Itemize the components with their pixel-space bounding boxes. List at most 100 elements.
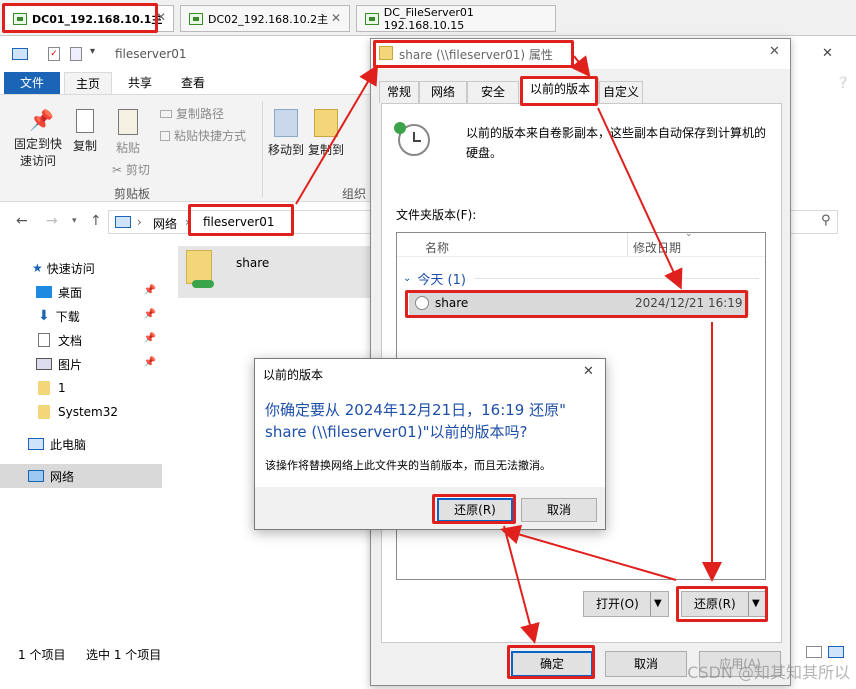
close-icon[interactable]: ✕ — [769, 44, 780, 59]
large-icons-view-icon[interactable] — [828, 646, 844, 658]
tab-network[interactable]: 网络 — [419, 81, 467, 103]
paste-shortcut-icon — [160, 130, 170, 141]
up-arrow-icon[interactable]: ↑ — [90, 213, 102, 229]
forward-arrow-icon[interactable]: → — [46, 213, 58, 229]
close-icon[interactable]: ✕ — [331, 11, 341, 25]
document-icon — [38, 333, 50, 347]
chevron-down-icon: ⌄ — [685, 229, 693, 239]
close-icon[interactable]: ✕ — [822, 46, 833, 61]
vm-tab-dc02[interactable]: DC02_192.168.10.2主 ✕ — [180, 5, 350, 32]
pin-quick-access-button[interactable]: 📌 固定到快 速访问 — [10, 109, 66, 169]
nav-label: System32 — [58, 405, 119, 419]
annotation-box-address — [188, 204, 294, 236]
cut-label: 剪切 — [125, 163, 150, 177]
properties-icon[interactable]: ✓ — [48, 47, 60, 61]
tab-share[interactable]: 共享 — [116, 72, 164, 94]
picture-icon — [36, 358, 52, 370]
group-today[interactable]: ⌄ 今天 (1) — [403, 269, 759, 288]
nav-label: 网络 — [50, 469, 75, 484]
nav-item-folder-1[interactable]: 1 — [0, 376, 162, 400]
ribbon-home: 📌 固定到快 速访问 复制 粘贴 复制路径 粘贴快捷方式 ✂ 剪切 剪贴板 移动… — [0, 94, 370, 202]
close-icon[interactable]: ✕ — [583, 364, 594, 379]
nav-label: 下载 — [55, 309, 80, 324]
window-title: fileserver01 — [115, 47, 187, 61]
nav-network[interactable]: 网络 — [0, 464, 162, 488]
network-icon — [115, 216, 131, 228]
ribbon-divider — [262, 101, 263, 197]
breadcrumb-network[interactable]: 网络 — [153, 215, 177, 232]
tab-general[interactable]: 常规 — [379, 81, 419, 103]
annotation-box-ok — [507, 645, 595, 679]
nav-label: 文档 — [58, 333, 83, 348]
download-icon: ⬇ — [38, 308, 50, 324]
watermark: CSDN @知其知其所以 — [687, 663, 850, 682]
paste-button[interactable]: 粘贴 — [108, 109, 148, 156]
cancel-button[interactable]: 取消 — [605, 651, 687, 677]
nav-item-system32[interactable]: System32 — [0, 400, 162, 424]
nav-label: 此电脑 — [50, 437, 87, 452]
new-folder-icon[interactable] — [70, 47, 82, 61]
chevron-down-icon[interactable]: ▾ — [90, 46, 95, 57]
breadcrumb-separator: › — [137, 215, 142, 229]
column-modified[interactable]: 修改日期 — [633, 239, 681, 256]
clipboard-group-label: 剪贴板 — [114, 187, 151, 201]
search-icon[interactable]: ⚲ — [821, 213, 831, 228]
chevron-down-icon[interactable]: ▼ — [654, 592, 662, 616]
pin-icon: 📌 — [143, 333, 156, 344]
cut-button[interactable]: ✂ 剪切 — [112, 161, 150, 178]
paste-shortcut-button[interactable]: 粘贴快捷方式 — [160, 127, 246, 144]
computer-icon — [12, 48, 28, 60]
question-line-1: 你确定要从 2024年12月21日，16:19 还原" — [265, 401, 567, 419]
copy-to-label: 复制到 — [307, 143, 344, 157]
vm-tab-fileserver[interactable]: DC_FileServer01 192.168.10.15 — [356, 5, 556, 32]
pin-label-2: 速访问 — [19, 154, 56, 168]
folder-icon — [38, 381, 50, 395]
open-split-button[interactable]: 打开(O) ▼ — [583, 591, 669, 617]
confirm-cancel-button[interactable]: 取消 — [521, 498, 597, 522]
details-view-icon[interactable] — [806, 646, 822, 658]
annotation-box-restore — [676, 586, 768, 622]
confirm-title: 以前的版本 — [263, 368, 324, 382]
pin-icon: 📌 — [29, 108, 54, 132]
copy-label: 复制 — [72, 139, 97, 153]
annotation-box-title — [373, 40, 574, 68]
selected-count: 选中 1 个项目 — [86, 648, 162, 662]
content-item-share[interactable]: share — [178, 246, 370, 298]
tab-home[interactable]: 主页 — [64, 72, 112, 94]
move-to-button[interactable]: 移动到 — [266, 109, 306, 158]
column-name[interactable]: 名称 — [425, 239, 449, 256]
copy-to-button[interactable]: 复制到 — [306, 109, 346, 158]
tab-security[interactable]: 安全 — [467, 81, 519, 103]
tab-customize[interactable]: 自定义 — [599, 81, 643, 103]
back-arrow-icon[interactable]: ← — [16, 213, 28, 229]
chevron-down-icon: ⌄ — [403, 273, 412, 284]
copy-button[interactable]: 复制 — [68, 109, 102, 154]
paste-label: 粘贴 — [115, 141, 140, 155]
nav-this-pc[interactable]: 此电脑 — [0, 432, 162, 456]
folder-icon — [38, 405, 50, 419]
pin-label-1: 固定到快 — [13, 137, 62, 151]
group-line — [473, 278, 759, 279]
vm-tab-label: DC_FileServer01 192.168.10.15 — [383, 5, 474, 32]
confirm-question: 你确定要从 2024年12月21日，16:19 还原" share (\\fil… — [265, 399, 599, 443]
copy-path-button[interactable]: 复制路径 — [160, 105, 224, 122]
nav-item-documents[interactable]: 文档 📌 — [0, 328, 162, 352]
description-line-1: 以前的版本来自卷影副本，这些副本自动保存到计算机的 — [466, 126, 767, 140]
copy-icon — [76, 109, 94, 133]
move-to-icon — [274, 109, 298, 137]
annotation-box-confirm-restore — [432, 494, 516, 524]
navigation-pane: ★ 快速访问 桌面 📌 ⬇ 下载 📌 文档 📌 图片 📌 1 System32 … — [0, 252, 162, 632]
tab-view[interactable]: 查看 — [168, 72, 218, 94]
nav-item-desktop[interactable]: 桌面 📌 — [0, 280, 162, 304]
tab-file[interactable]: 文件 — [4, 72, 60, 94]
chevron-down-icon[interactable]: ▾ — [72, 216, 77, 226]
nav-label: 桌面 — [58, 285, 83, 300]
computer-icon — [28, 438, 44, 450]
question-line-2: share (\\fileserver01)"以前的版本吗? — [265, 423, 528, 441]
nav-item-downloads[interactable]: ⬇ 下载 📌 — [0, 304, 162, 328]
help-icon[interactable]: ❔ — [836, 76, 850, 89]
nav-item-pictures[interactable]: 图片 📌 — [0, 352, 162, 376]
nav-quick-access[interactable]: ★ 快速访问 — [0, 256, 162, 280]
item-count: 1 个项目 — [18, 648, 66, 662]
clipboard-icon — [118, 109, 138, 135]
